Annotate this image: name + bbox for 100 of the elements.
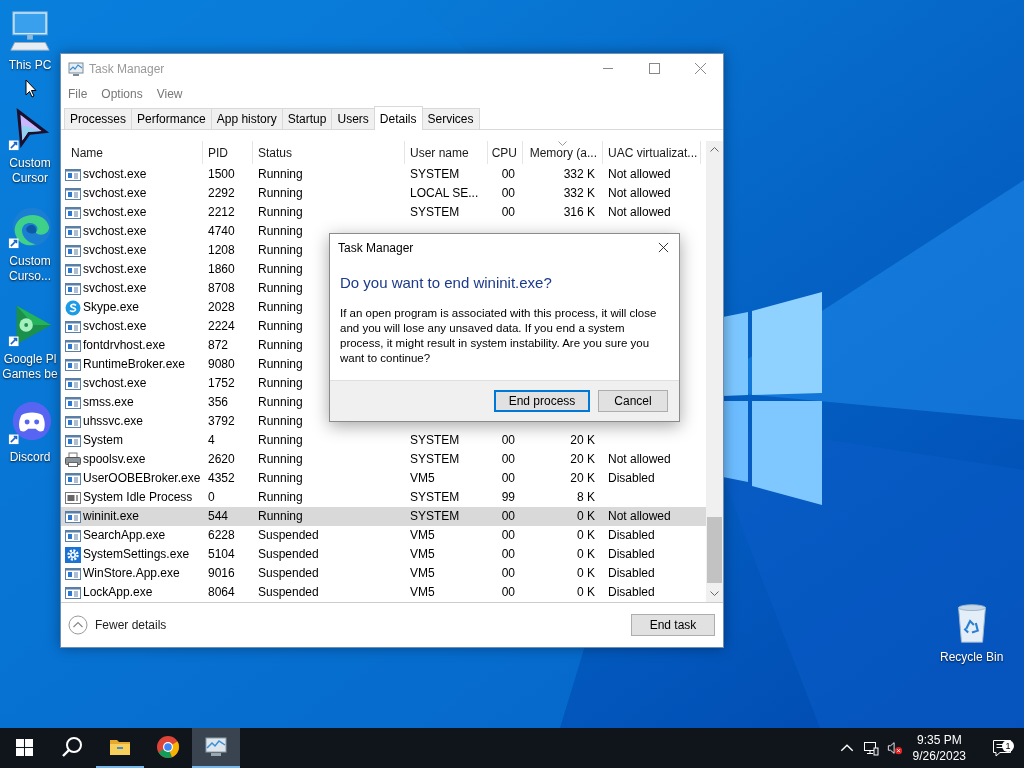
table-cell: Not allowed: [608, 509, 671, 524]
table-cell: VM5: [410, 528, 435, 543]
table-cell: Not allowed: [608, 205, 671, 220]
table-cell: 1860: [208, 262, 235, 277]
table-cell: 0 K: [577, 509, 595, 524]
table-cell: 8708: [208, 281, 235, 296]
table-cell: 00: [501, 528, 515, 543]
process-name: fontdrvhost.exe: [83, 338, 166, 353]
table-cell: VM5: [410, 471, 435, 486]
process-name: wininit.exe: [83, 509, 140, 524]
process-name: SearchApp.exe: [83, 528, 166, 543]
table-cell: Suspended: [258, 566, 319, 581]
table-cell: SYSTEM: [410, 433, 460, 448]
table-cell: 0 K: [577, 528, 595, 543]
table-cell: 20 K: [570, 471, 595, 486]
process-name: svchost.exe: [83, 224, 147, 239]
table-cell: 00: [501, 547, 515, 562]
dialog-heading: Do you want to end wininit.exe?: [340, 274, 553, 291]
process-name: Skype.exe: [83, 300, 140, 315]
table-cell: 0 K: [577, 585, 595, 600]
table-cell: Disabled: [608, 547, 655, 562]
table-cell: Running: [258, 490, 303, 505]
table-cell: 00: [501, 433, 515, 448]
table-cell: 4: [208, 433, 215, 448]
table-cell: Suspended: [258, 528, 319, 543]
process-name: svchost.exe: [83, 281, 147, 296]
column-label: Memory (a...: [529, 145, 597, 160]
table-cell: VM5: [410, 566, 435, 581]
table-cell: 8064: [208, 585, 235, 600]
table-cell: 356: [208, 395, 229, 410]
process-name: System Idle Process: [83, 490, 193, 505]
table-cell: LOCAL SE...: [410, 186, 479, 201]
table-cell: 6228: [208, 528, 235, 543]
process-name: uhssvc.exe: [83, 414, 144, 429]
table-cell: 8 K: [577, 490, 595, 505]
table-cell: Running: [258, 433, 303, 448]
table-cell: 00: [501, 186, 515, 201]
table-cell: 2224: [208, 319, 235, 334]
table-cell: 332 K: [563, 186, 595, 201]
table-cell: 99: [501, 490, 515, 505]
process-name: RuntimeBroker.exe: [83, 357, 186, 372]
table-cell: 332 K: [563, 167, 595, 182]
table-cell: 00: [501, 471, 515, 486]
table-cell: 3792: [208, 414, 235, 429]
table-cell: 00: [501, 585, 515, 600]
table-cell: Running: [258, 471, 303, 486]
table-cell: 9080: [208, 357, 235, 372]
window-title: Task Manager: [89, 61, 165, 76]
process-name: svchost.exe: [83, 167, 147, 182]
table-cell: Running: [258, 243, 303, 258]
process-name: SystemSettings.exe: [83, 547, 190, 562]
table-cell: Running: [258, 376, 303, 391]
table-cell: Running: [258, 509, 303, 524]
table-cell: Running: [258, 319, 303, 334]
column-label: CPU: [491, 145, 517, 160]
table-cell: 0 K: [577, 547, 595, 562]
process-name: svchost.exe: [83, 262, 147, 277]
table-cell: Not allowed: [608, 167, 671, 182]
table-cell: 2620: [208, 452, 235, 467]
dialog-title: Task Manager: [338, 240, 414, 255]
table-cell: 1752: [208, 376, 235, 391]
table-cell: 00: [501, 566, 515, 581]
table-cell: Suspended: [258, 547, 319, 562]
notification-count: 1: [1002, 740, 1014, 752]
process-name: spoolsv.exe: [83, 452, 146, 467]
table-cell: 1208: [208, 243, 235, 258]
table-cell: SYSTEM: [410, 509, 460, 524]
table-cell: Disabled: [608, 585, 655, 600]
process-name: LockApp.exe: [83, 585, 153, 600]
table-cell: Disabled: [608, 471, 655, 486]
table-cell: SYSTEM: [410, 452, 460, 467]
column-label: User name: [410, 145, 469, 160]
process-name: svchost.exe: [83, 205, 147, 220]
column-label: UAC virtualizat...: [608, 145, 698, 160]
table-cell: Disabled: [608, 566, 655, 581]
table-cell: 00: [501, 167, 515, 182]
table-cell: VM5: [410, 547, 435, 562]
table-cell: Running: [258, 186, 303, 201]
table-cell: Running: [258, 414, 303, 429]
table-cell: Not allowed: [608, 186, 671, 201]
table-cell: Disabled: [608, 528, 655, 543]
process-name: svchost.exe: [83, 186, 147, 201]
process-name: System: [83, 433, 123, 448]
table-cell: 316 K: [563, 205, 595, 220]
table-cell: 00: [501, 205, 515, 220]
table-cell: SYSTEM: [410, 490, 460, 505]
column-label: Name: [71, 145, 103, 160]
table-cell: 544: [208, 509, 229, 524]
table-cell: Running: [258, 281, 303, 296]
process-name: smss.exe: [83, 395, 134, 410]
table-cell: Running: [258, 205, 303, 220]
table-cell: Running: [258, 262, 303, 277]
table-cell: SYSTEM: [410, 205, 460, 220]
table-cell: 00: [501, 509, 515, 524]
table-cell: Running: [258, 357, 303, 372]
table-cell: 9016: [208, 566, 235, 581]
table-cell: 2212: [208, 205, 235, 220]
table-cell: 1500: [208, 167, 235, 182]
table-cell: Not allowed: [608, 452, 671, 467]
dialog-message: If an open program is associated with this process, it will close and you will lose any unsaved data. If you end a system process, it might result in system instability. Are you sure you want to continue?: [340, 306, 658, 366]
